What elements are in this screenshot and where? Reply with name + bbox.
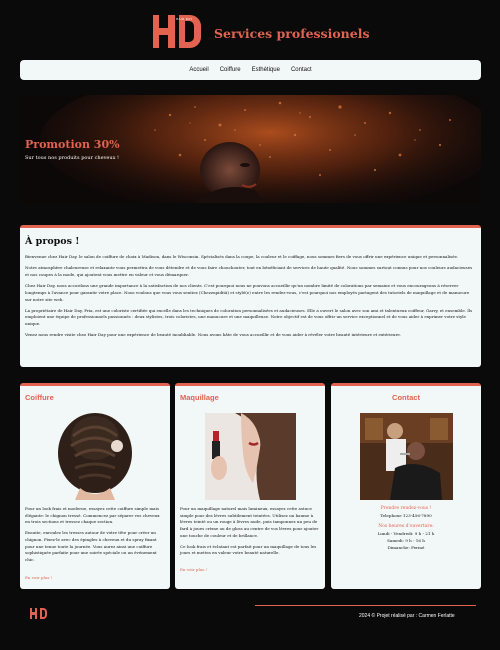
card-title-contact: Contact: [392, 393, 420, 402]
about-paragraph: Chez Hair Day, nous accordons une grande…: [25, 282, 470, 302]
hero-banner: Promotion 30% Sur tous nos produits pour…: [20, 95, 481, 203]
hours-saturday: Samedi: 9 h - 16 h: [387, 537, 425, 543]
coiffure-paragraph: Ensuite, enroulez les tresses autour de …: [25, 530, 157, 562]
barber-shop-image: [360, 413, 453, 500]
site-logo[interactable]: HAIR DAY: [153, 15, 205, 49]
main-navbar: Accueil Coiffure Esthétique Contact: [20, 60, 481, 80]
about-paragraph: Notre atmosphère chaleureuse et relaxant…: [25, 265, 473, 277]
about-paragraph: Venez nous rendre visite chez Hair Day p…: [25, 332, 402, 338]
card-title-maquillage: Maquillage: [180, 393, 219, 402]
footer-copyright: 2024 © Projet réalisé par : Carmen Ferla…: [359, 613, 455, 619]
nav-link-esthetique[interactable]: Esthétique: [252, 67, 280, 73]
maquillage-paragraph: Pour un maquillage naturel mais lumineux…: [180, 506, 319, 538]
lipstick-model-image: [205, 413, 296, 500]
nav-link-contact[interactable]: Contact: [291, 67, 312, 73]
braid-bun-image: [45, 408, 145, 500]
contact-info: Prendre rendez-vous ! Telephone 123-456-…: [331, 506, 481, 551]
hours-sunday: Dimanche: Fermé: [387, 544, 425, 550]
nav-link-accueil[interactable]: Accueil: [189, 67, 208, 73]
promo-title: Promotion 30%: [25, 138, 120, 151]
logo-letter-h: [153, 15, 175, 48]
hours-weekdays: Lundi - Vendredi: 9 h - 21 h: [377, 530, 435, 536]
coiffure-paragraph: Pour un look frais et moderne, essayez c…: [25, 506, 160, 525]
card-title-coiffure: Coiffure: [25, 393, 54, 402]
maquillage-paragraph: Ce look frais et éclatant est parfait po…: [180, 543, 317, 556]
footer-logo-h: [30, 608, 37, 619]
about-paragraph: Bienvenue chez Hair Day, le salon de coi…: [25, 254, 459, 259]
promo-subtitle: Sur tous nos produits pour cheveux !: [25, 155, 120, 161]
card-maquillage: Maquillage Pour un maquillage naturel ma…: [175, 383, 325, 589]
footer-divider: [255, 605, 476, 606]
hours-title: Nos heures d'ouverture:: [378, 523, 434, 529]
card-contact: Contact Prendre rendez-vous ! Telephone …: [331, 383, 481, 589]
about-section: À propos ! Bienvenue chez Hair Day, le s…: [20, 225, 481, 367]
phone-number: Telephone 123-456-7890: [380, 512, 432, 518]
maquillage-more-link[interactable]: En voir plus !: [180, 567, 207, 572]
site-title: Services professionels: [214, 26, 370, 41]
footer-logo[interactable]: [30, 608, 50, 620]
about-title: À propos !: [25, 236, 80, 247]
footer-logo-d: [40, 608, 47, 619]
card-coiffure: Coiffure Pour un look frais et moderne, …: [20, 383, 170, 589]
about-paragraph: La propriétaire de Hair Day, Pria, est u…: [25, 307, 473, 327]
logo-small-text: HAIR DAY: [176, 17, 193, 21]
nav-link-coiffure[interactable]: Coiffure: [220, 67, 241, 73]
booking-link[interactable]: Prendre rendez-vous !: [331, 506, 481, 513]
coiffure-more-link[interactable]: En voir plus !: [25, 575, 52, 580]
